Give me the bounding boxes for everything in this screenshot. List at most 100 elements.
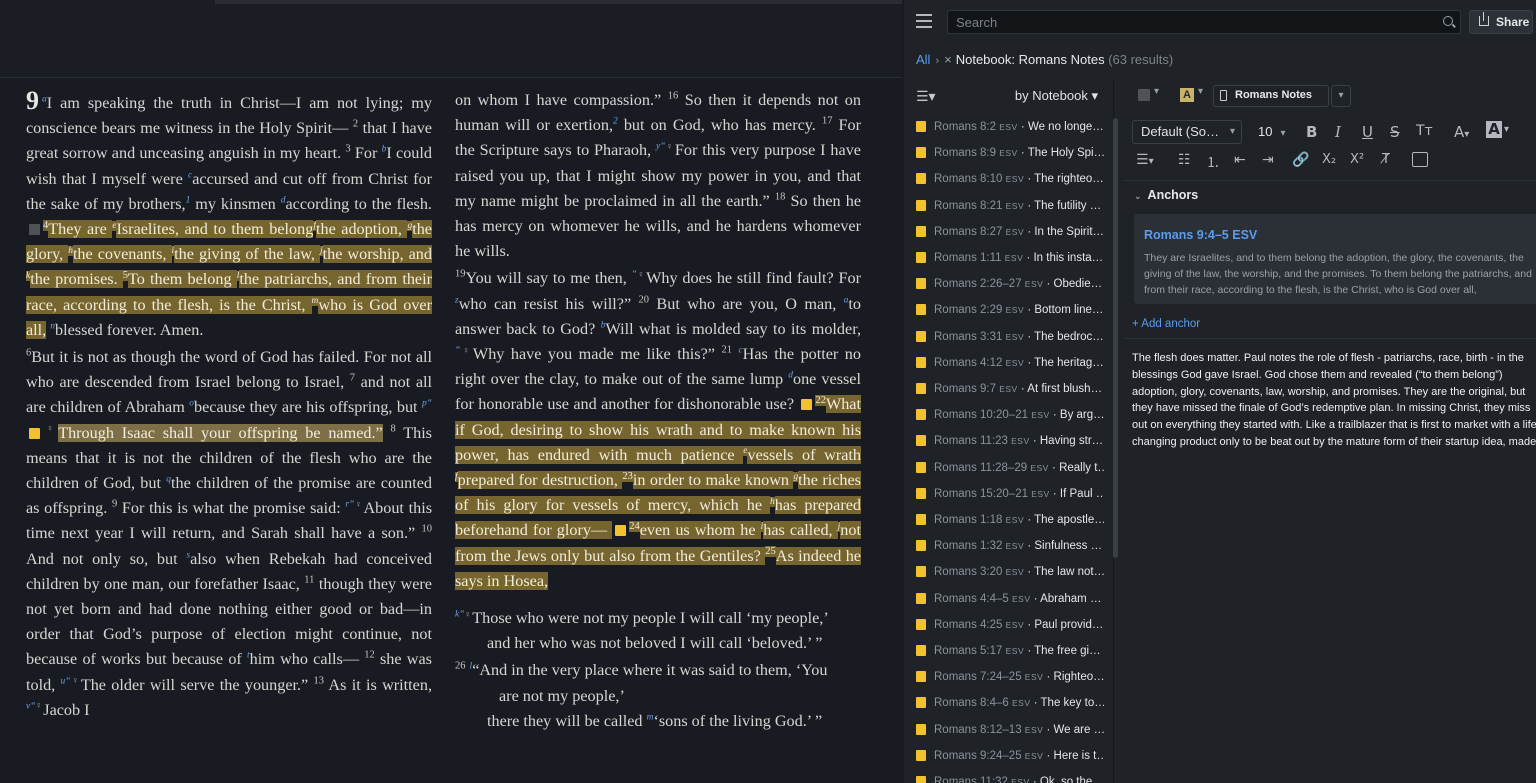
highlighted-text: the covenants,	[72, 245, 172, 264]
italic-icon[interactable]: I	[1335, 123, 1341, 141]
note-list-item[interactable]: Romans 11:23 ESV · Having str…	[904, 428, 1104, 454]
chevron-down-icon[interactable]: ▾	[1198, 86, 1203, 97]
chevron-down-icon[interactable]: ▾	[1154, 86, 1159, 97]
underline-icon[interactable]: U	[1362, 123, 1373, 141]
note-list-item[interactable]: Romans 7:24–25 ESV · Righteo…	[904, 664, 1104, 690]
note-list-item[interactable]: Romans 3:20 ESV · The law not…	[904, 559, 1104, 585]
breadcrumb-all-link[interactable]: All	[916, 52, 930, 67]
cross-reference-link[interactable]: “	[30, 701, 35, 712]
add-anchor-link[interactable]: + Add anchor	[1132, 318, 1200, 330]
sort-dropdown[interactable]: by Notebook ▾	[1015, 88, 1098, 104]
note-list-item[interactable]: Romans 15:20–21 ESV · If Paul …	[904, 481, 1104, 507]
notebook-filter-title: Notebook: Romans Notes	[955, 52, 1105, 67]
note-list-item[interactable]: Romans 11:28–29 ESV · Really t…	[904, 455, 1104, 481]
anchor-divider	[1124, 338, 1536, 339]
align-icon[interactable]: ☰▾	[1136, 152, 1154, 168]
indent-icon[interactable]: ⇥	[1262, 152, 1274, 168]
audio-icon[interactable]: ♀	[665, 141, 673, 151]
note-list-item[interactable]: Romans 8:9 ESV · The Holy Spi…	[904, 140, 1104, 166]
notebook-selector[interactable]: Romans Notes	[1213, 85, 1329, 107]
verse-text: And not only so, but	[26, 549, 187, 568]
note-marker-icon[interactable]	[801, 399, 813, 411]
note-list-item[interactable]: Romans 5:17 ESV · The free gi…	[904, 638, 1104, 664]
cross-reference-link[interactable]: “	[65, 676, 70, 687]
version-label: ESV	[1004, 253, 1024, 263]
verse-number: 19	[455, 269, 466, 281]
audio-icon[interactable]: ♀	[71, 675, 80, 685]
anchor-reference-link[interactable]: Romans 9:4–5 ESV	[1144, 228, 1257, 242]
note-list-item[interactable]: Romans 2:29 ESV · Bottom line…	[904, 297, 1104, 323]
note-list-item[interactable]: Romans 1:32 ESV · Sinfulness …	[904, 533, 1104, 559]
font-color-icon[interactable]: A▾	[1454, 123, 1469, 141]
chevron-down-icon[interactable]: ▾	[1504, 124, 1509, 135]
anchors-heading[interactable]: ⌄ Anchors	[1134, 188, 1198, 202]
highlight-style-icon[interactable]	[1138, 89, 1150, 101]
outdent-icon[interactable]: ⇤	[1234, 152, 1246, 168]
note-list-item[interactable]: Romans 4:4–5 ESV · Abraham …	[904, 586, 1104, 612]
verse-text: my kinsmen	[190, 194, 281, 213]
note-reference: Romans 4:25 ESV · Paul provid…	[934, 612, 1103, 638]
text-case-icon[interactable]: Tᴛ	[1416, 123, 1433, 139]
bullet-list-icon[interactable]: ☷	[1178, 152, 1191, 168]
note-list-item[interactable]: Romans 8:10 ESV · The righteo…	[904, 166, 1104, 192]
strikethrough-icon[interactable]: S	[1390, 123, 1400, 141]
link-icon[interactable]: 🔗	[1292, 152, 1309, 168]
note-list-item[interactable]: Romans 8:2 ESV · We no longe…	[904, 114, 1104, 140]
note-icon	[916, 645, 926, 656]
share-button[interactable]: Share	[1469, 10, 1533, 34]
note-list-item[interactable]: Romans 9:24–25 ESV · Here is t…	[904, 743, 1104, 769]
note-reference: Romans 1:18 ESV · The apostle…	[934, 507, 1104, 533]
note-icon	[916, 514, 926, 525]
audio-icon[interactable]: ♀	[36, 700, 43, 710]
note-content-editor[interactable]: The flesh does matter. Paul notes the ro…	[1132, 350, 1536, 451]
text-style-icon[interactable]: A	[1180, 88, 1194, 102]
notebook-menu-chevron-icon[interactable]: ▾	[1331, 85, 1351, 107]
note-ref-text: Romans 1:11	[934, 252, 1005, 264]
note-list-item[interactable]: Romans 1:11 ESV · In this insta…	[904, 245, 1104, 271]
font-family-select[interactable]: Default (So… ▾	[1132, 120, 1242, 144]
search-icon[interactable]	[1443, 16, 1453, 26]
audio-icon[interactable]: ♀	[465, 609, 472, 619]
note-list-item[interactable]: Romans 8:12–13 ESV · We are …	[904, 717, 1104, 743]
hamburger-menu-icon[interactable]	[916, 14, 932, 28]
subscript-icon[interactable]: X₂	[1322, 152, 1336, 167]
note-ref-text: Romans 8:21	[934, 199, 1006, 212]
note-list-item[interactable]: Romans 2:26–27 ESV · Obedie…	[904, 271, 1104, 297]
close-filter-icon[interactable]: ×	[944, 52, 952, 67]
note-list-item[interactable]: Romans 8:4–6 ESV · The key to…	[904, 690, 1104, 716]
notes-list-scrollbar[interactable]	[1113, 118, 1118, 558]
search-box[interactable]	[947, 10, 1461, 34]
note-list-item[interactable]: Romans 3:31 ESV · The bedroc…	[904, 324, 1104, 350]
note-list-item[interactable]: Romans 11:32 ESV · Ok, so the…	[904, 769, 1104, 783]
note-list-item[interactable]: Romans 10:20–21 ESV · By arg…	[904, 402, 1104, 428]
cross-reference-link[interactable]: “	[427, 399, 432, 409]
superscript-icon[interactable]: X²	[1350, 152, 1364, 167]
bold-icon[interactable]: B	[1306, 123, 1317, 141]
note-list-item[interactable]: Romans 8:21 ESV · The futility …	[904, 193, 1104, 219]
note-list-item[interactable]: Romans 8:27 ESV · In the Spirit…	[904, 219, 1104, 245]
note-marker-icon[interactable]	[29, 427, 40, 439]
note-ref-text: Romans 7:24–25	[934, 671, 1025, 684]
numbered-list-icon[interactable]: ⒈	[1206, 152, 1220, 172]
audio-icon[interactable]: ♀	[354, 499, 362, 509]
note-list-item[interactable]: Romans 4:25 ESV · Paul provid…	[904, 612, 1104, 638]
highlight-color-icon[interactable]: A	[1486, 121, 1502, 138]
audio-icon[interactable]: ♀	[460, 345, 472, 355]
verse-text: who can resist his will?”	[458, 294, 639, 313]
cross-reference-link[interactable]: “	[459, 610, 464, 620]
note-list-item[interactable]: Romans 1:18 ESV · The apostle…	[904, 507, 1104, 533]
note-marker-icon[interactable]	[29, 224, 40, 236]
search-input[interactable]	[948, 11, 1460, 33]
insert-image-icon[interactable]	[1412, 152, 1428, 167]
clear-format-icon[interactable]: T̸	[1382, 152, 1390, 167]
audio-icon[interactable]: ♀	[43, 423, 57, 433]
note-marker-icon[interactable]	[615, 525, 627, 537]
font-size-select[interactable]: 10 ▾	[1250, 120, 1292, 144]
list-view-icon[interactable]: ☰▾	[916, 88, 936, 105]
anchor-card[interactable]: Romans 9:4–5 ESV They are Israelites, an…	[1134, 214, 1536, 304]
audio-icon[interactable]: ♀	[637, 269, 645, 279]
note-list-item[interactable]: Romans 9:7 ESV · At first blush…	[904, 376, 1104, 402]
note-list-item[interactable]: Romans 4:12 ESV · The heritag…	[904, 350, 1104, 376]
notes-list: ☰▾ by Notebook ▾ Romans 8:2 ESV · We no …	[904, 80, 1114, 783]
version-label: ESV	[1005, 226, 1025, 237]
